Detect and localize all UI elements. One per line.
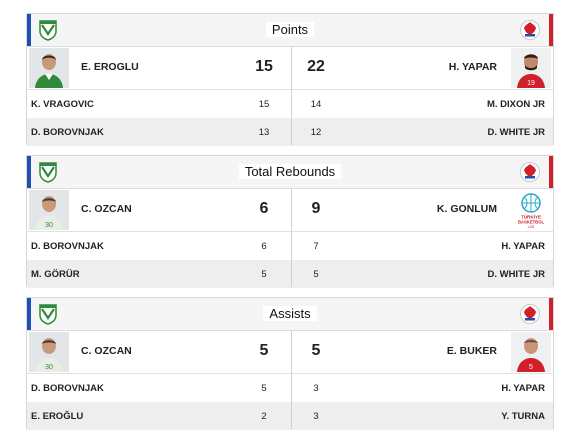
away-player-name: H. YAPAR xyxy=(501,241,545,252)
home-leader-name: E. EROGLU xyxy=(81,61,139,73)
home-player-value: 2 xyxy=(261,411,267,422)
home-leader-photo: 30 xyxy=(29,332,69,372)
away-color-strip xyxy=(549,298,553,330)
svg-text:30: 30 xyxy=(45,222,53,229)
assists-header: Assists xyxy=(27,298,553,331)
stat-row: D. BOROVNJAK 6 7 H. YAPAR xyxy=(27,232,553,260)
home-leader-photo xyxy=(29,48,69,88)
column-divider xyxy=(291,47,292,145)
home-leader-name: C. OZCAN xyxy=(81,345,132,357)
away-color-strip xyxy=(549,156,553,188)
home-leader-value: 15 xyxy=(255,58,273,75)
away-player-value: 12 xyxy=(310,127,322,138)
stat-row: D. BOROVNJAK 5 3 H. YAPAR xyxy=(27,374,553,402)
away-leader-value: 9 xyxy=(311,200,321,217)
away-player-value: 5 xyxy=(313,269,319,280)
away-player-value: 3 xyxy=(313,383,319,394)
svg-text:LİGİ: LİGİ xyxy=(528,224,535,229)
stat-row: M. GÖRÜR 5 5 D. WHITE JR xyxy=(27,260,553,288)
stat-row: E. EROĞLU 2 3 Y. TURNA xyxy=(27,402,553,430)
away-leader-photo: 19 xyxy=(511,48,551,88)
home-leader-photo: 30 xyxy=(29,190,69,230)
assists-card: Assists 30 C. OZCAN 5 5 E. BUKER 5 D. BO… xyxy=(26,297,554,430)
section-title: Points xyxy=(27,22,553,37)
points-card: Points E. EROGLU 15 22 H. YAPAR 19 K. VR… xyxy=(26,13,554,146)
rebounds-card: Total Rebounds 30 C. OZCAN 6 9 K. GONLUM xyxy=(26,155,554,288)
home-leader-name: C. OZCAN xyxy=(81,203,132,215)
rebounds-header: Total Rebounds xyxy=(27,156,553,189)
away-team-logo-icon xyxy=(520,304,540,324)
league-logo-icon: TÜRKİYE BASKETBOL LİGİ xyxy=(518,193,544,229)
column-divider xyxy=(291,331,292,429)
away-player-value: 14 xyxy=(310,99,322,110)
leader-row: 30 C. OZCAN 6 9 K. GONLUM TÜRKİYE BASKET… xyxy=(27,189,553,232)
away-leader-name: K. GONLUM xyxy=(436,203,497,215)
away-player-value: 3 xyxy=(313,411,319,422)
home-player-name: E. EROĞLU xyxy=(31,411,84,422)
away-leader-photo: 5 xyxy=(511,332,551,372)
away-player-name: M. DIXON JR xyxy=(486,99,545,110)
home-leader-value: 6 xyxy=(259,200,269,217)
away-player-name: D. WHITE JR xyxy=(487,127,545,138)
leader-row: 30 C. OZCAN 5 5 E. BUKER 5 xyxy=(27,331,553,374)
away-leader-name: E. BUKER xyxy=(446,345,497,357)
leader-row: E. EROGLU 15 22 H. YAPAR 19 xyxy=(27,47,553,90)
svg-text:19: 19 xyxy=(527,80,535,87)
svg-text:30: 30 xyxy=(45,364,53,371)
away-team-logo-icon xyxy=(520,20,540,40)
home-player-name: M. GÖRÜR xyxy=(31,269,80,280)
away-team-logo-icon xyxy=(520,162,540,182)
home-player-value: 15 xyxy=(258,99,270,110)
home-player-value: 6 xyxy=(261,241,267,252)
away-player-name: H. YAPAR xyxy=(501,383,545,394)
home-player-value: 13 xyxy=(258,127,270,138)
home-player-name: K. VRAGOVIC xyxy=(31,99,94,110)
home-player-name: D. BOROVNJAK xyxy=(31,127,104,138)
column-divider xyxy=(291,189,292,287)
home-player-name: D. BOROVNJAK xyxy=(31,383,104,394)
section-title: Assists xyxy=(27,306,553,321)
away-player-name: Y. TURNA xyxy=(501,411,545,422)
away-player-value: 7 xyxy=(313,241,319,252)
home-player-value: 5 xyxy=(261,383,267,394)
home-player-value: 5 xyxy=(261,269,267,280)
away-leader-value: 22 xyxy=(307,58,325,75)
svg-text:5: 5 xyxy=(529,364,533,371)
league-logo-placeholder: TÜRKİYE BASKETBOL LİGİ xyxy=(511,190,551,230)
stat-row: K. VRAGOVIC 15 14 M. DIXON JR xyxy=(27,90,553,118)
section-title: Total Rebounds xyxy=(27,164,553,179)
points-header: Points xyxy=(27,14,553,47)
stat-row: D. BOROVNJAK 13 12 D. WHITE JR xyxy=(27,118,553,146)
home-leader-value: 5 xyxy=(259,342,269,359)
away-color-strip xyxy=(549,14,553,46)
home-player-name: D. BOROVNJAK xyxy=(31,241,104,252)
away-player-name: D. WHITE JR xyxy=(487,269,545,280)
svg-text:BASKETBOL: BASKETBOL xyxy=(518,220,544,225)
away-leader-value: 5 xyxy=(311,342,321,359)
away-leader-name: H. YAPAR xyxy=(448,61,497,73)
